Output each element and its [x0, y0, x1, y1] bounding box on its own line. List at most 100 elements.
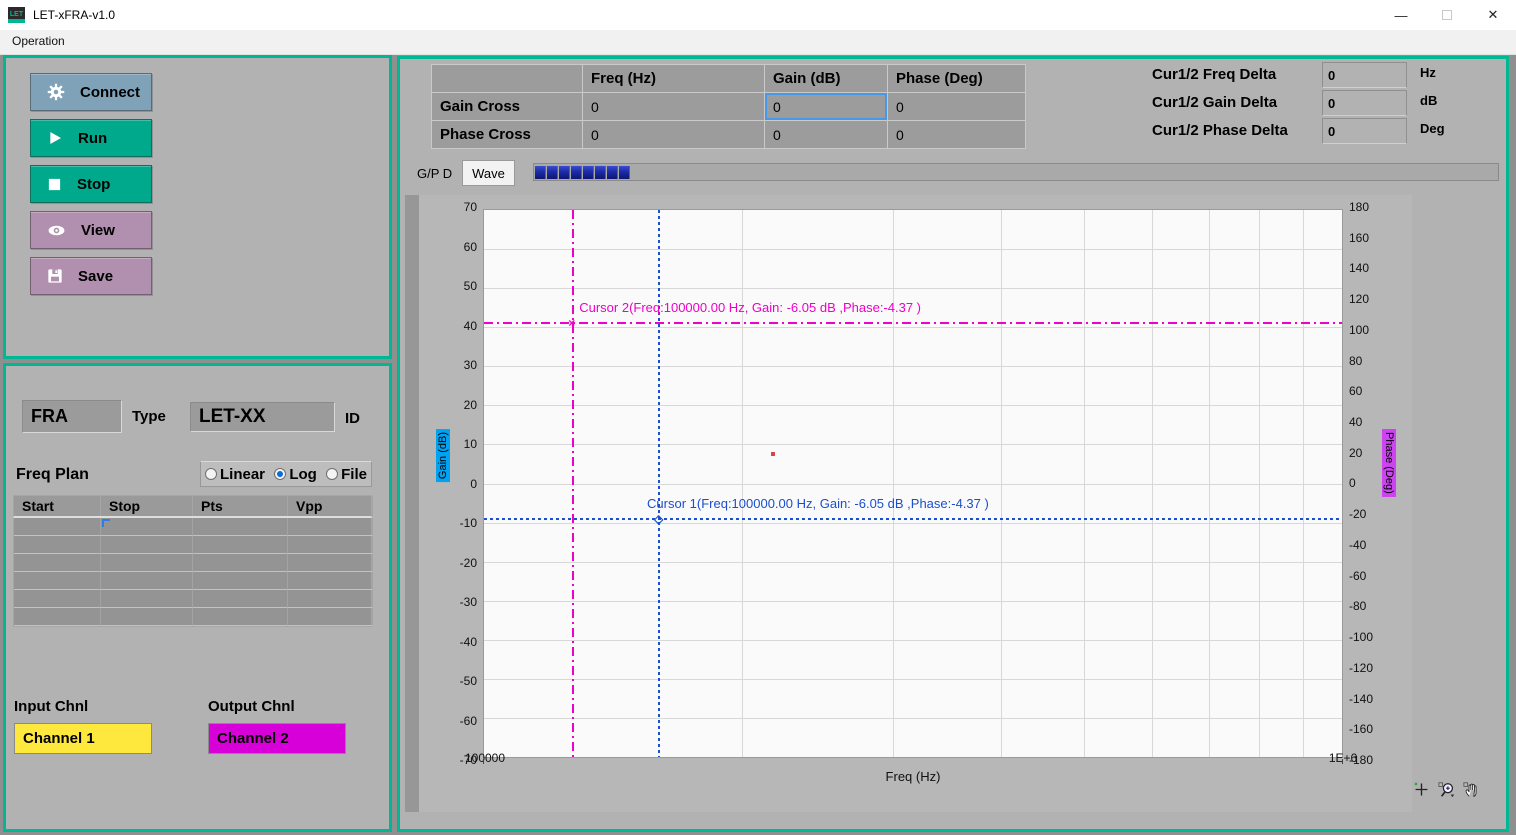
input-chnl-label: Input Chnl	[14, 698, 88, 715]
freq-plan-cell[interactable]	[101, 518, 193, 536]
freq-plan-table-header: StartStopPtsVpp	[13, 495, 372, 518]
cursor-1-hline[interactable]	[484, 518, 1342, 520]
gain-tick-label: -50	[425, 674, 477, 688]
radio-log-icon	[274, 468, 286, 480]
freq-plan-cell[interactable]	[288, 518, 373, 536]
connect-button[interactable]: Connect	[30, 73, 152, 111]
device-id-field[interactable]: LET-XX	[190, 402, 335, 432]
freq-plan-cell[interactable]	[288, 608, 373, 626]
radio-log-label: Log	[289, 466, 317, 483]
gain-cross-phase-cell[interactable]: 0	[888, 93, 1025, 120]
freq-plan-cell[interactable]	[101, 554, 193, 572]
freq-plan-cell[interactable]	[101, 536, 193, 554]
chart-gridline-h	[484, 523, 1342, 524]
phase-delta-field[interactable]: 0	[1322, 118, 1407, 144]
tab-gpd[interactable]: G/P D	[417, 166, 452, 181]
cursor-2-vline[interactable]	[572, 210, 574, 757]
freq-plan-cell[interactable]	[193, 554, 288, 572]
radio-linear[interactable]: Linear	[205, 466, 265, 483]
freq-plan-cell[interactable]	[14, 572, 101, 590]
freq-plan-table	[13, 518, 372, 627]
gain-tick-label: 60	[425, 240, 477, 254]
x-axis-tick-mark	[1342, 759, 1343, 764]
freq-plan-cell[interactable]	[14, 536, 101, 554]
gain-cross-gain-cell[interactable]: 0	[765, 93, 887, 120]
freq-plan-column-header: Pts	[193, 496, 288, 516]
freq-delta-field[interactable]: 0	[1322, 62, 1407, 88]
plot-area[interactable]: ◇Cursor 1(Freq:100000.00 Hz, Gain: -6.05…	[483, 209, 1343, 758]
freq-plan-cell[interactable]	[193, 590, 288, 608]
stop-label: Stop	[77, 176, 110, 193]
freq-plan-cell[interactable]	[14, 590, 101, 608]
tab-wave[interactable]: Wave	[462, 160, 515, 186]
gain-tick-label: 50	[425, 279, 477, 293]
freq-plan-cell[interactable]	[288, 572, 373, 590]
device-type-field[interactable]: FRA	[22, 400, 122, 433]
freq-delta-label: Cur1/2 Freq Delta	[1152, 66, 1276, 83]
stop-button[interactable]: Stop	[30, 165, 152, 203]
freq-plan-cell[interactable]	[14, 518, 101, 536]
phase-tick-label: -20	[1349, 507, 1405, 521]
save-button[interactable]: Save	[30, 257, 152, 295]
gain-tick-label: 30	[425, 358, 477, 372]
menu-operation[interactable]: Operation	[8, 32, 69, 50]
window-title: LET-xFRA-v1.0	[33, 8, 115, 22]
minimize-button[interactable]: —	[1378, 0, 1424, 30]
eye-icon	[47, 221, 66, 240]
menu-bar: Operation	[0, 30, 1516, 55]
phase-tick-label: 60	[1349, 384, 1405, 398]
gain-cross-freq-cell[interactable]: 0	[583, 93, 764, 120]
gain-tick-label: -10	[425, 516, 477, 530]
phase-tick-label: 160	[1349, 231, 1405, 245]
chart-gridline-h	[484, 679, 1342, 680]
progress-segment	[535, 166, 546, 179]
freq-plan-cell[interactable]	[288, 590, 373, 608]
freq-plan-cell[interactable]	[193, 518, 288, 536]
view-button[interactable]: View	[30, 211, 152, 249]
cursor-2-hline[interactable]	[484, 322, 1342, 324]
phase-cross-gain-cell[interactable]: 0	[765, 121, 887, 148]
freq-plan-cell[interactable]	[288, 536, 373, 554]
cursor-1-vline[interactable]	[658, 210, 660, 757]
output-chnl-label: Output Chnl	[208, 698, 295, 715]
freq-plan-cell[interactable]	[101, 608, 193, 626]
radio-file-icon	[326, 468, 338, 480]
freq-plan-cell[interactable]	[288, 554, 373, 572]
close-button[interactable]: ✕	[1470, 0, 1516, 30]
freq-plan-cell[interactable]	[14, 608, 101, 626]
gain-delta-field[interactable]: 0	[1322, 90, 1407, 116]
gain-tick-label: 20	[425, 398, 477, 412]
freq-plan-cell[interactable]	[101, 572, 193, 590]
phase-cross-freq-cell[interactable]: 0	[583, 121, 764, 148]
gain-tick-label: -40	[425, 635, 477, 649]
freq-plan-cell[interactable]	[193, 608, 288, 626]
freq-plan-cell[interactable]	[14, 554, 101, 572]
phase-tick-label: -100	[1349, 630, 1405, 644]
cursor-2-marker[interactable]: ×	[568, 317, 575, 329]
phase-cross-phase-cell[interactable]: 0	[888, 121, 1025, 148]
crosshair-tool-icon[interactable]	[1412, 780, 1431, 799]
run-button[interactable]: Run	[30, 119, 152, 157]
freq-plan-cell[interactable]	[101, 590, 193, 608]
app-logo-icon: LET	[8, 7, 25, 23]
freq-plan-cell[interactable]	[193, 536, 288, 554]
radio-file[interactable]: File	[326, 466, 367, 483]
progress-segment	[607, 166, 618, 179]
freq-plan-cell[interactable]	[193, 572, 288, 590]
phase-tick-label: -80	[1349, 599, 1405, 613]
input-channel-selector[interactable]: Channel 1	[14, 723, 152, 754]
x-tick-max: 1E+6	[1303, 751, 1383, 765]
stop-icon	[47, 177, 62, 192]
pan-tool-icon[interactable]	[1462, 780, 1481, 799]
chart-left-edge	[405, 195, 419, 812]
cursor-1-marker[interactable]: ◇	[654, 513, 663, 525]
output-channel-selector[interactable]: Channel 2	[208, 723, 346, 754]
gain-delta-unit: dB	[1420, 93, 1437, 108]
radio-log[interactable]: Log	[274, 466, 317, 483]
radio-file-label: File	[341, 466, 367, 483]
maximize-button[interactable]	[1424, 0, 1470, 30]
chart-gridline-h	[484, 327, 1342, 328]
phase-tick-label: 20	[1349, 446, 1405, 460]
zoom-tool-icon[interactable]	[1437, 780, 1456, 799]
gain-tick-label: 40	[425, 319, 477, 333]
